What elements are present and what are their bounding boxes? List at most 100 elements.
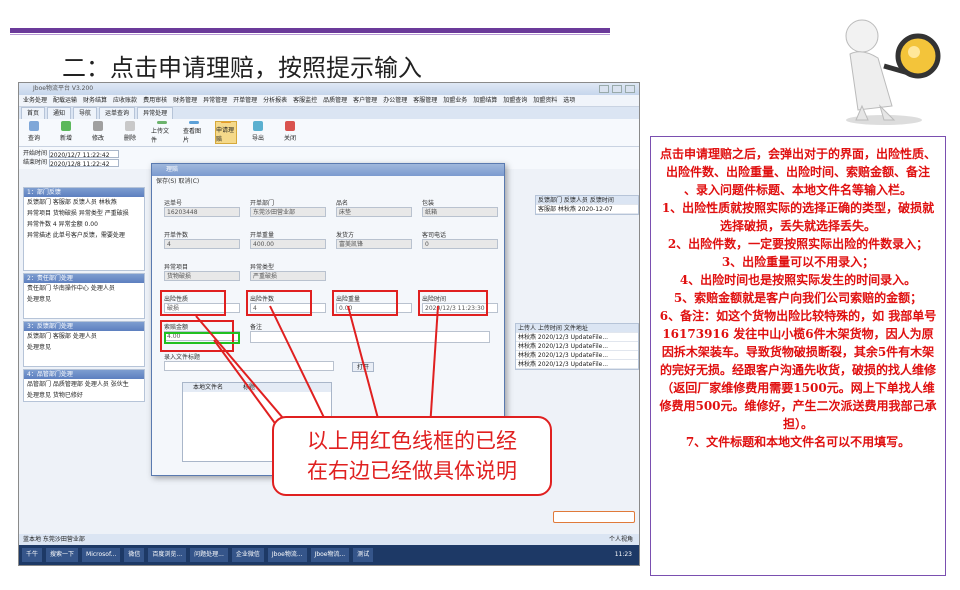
menu-item[interactable]: 客服监控 [293,95,317,106]
field-label: 开单部门 [250,200,275,207]
export-icon [253,121,263,131]
section-row: 品管部门 品质管理部 处理人员 张伙生 [27,381,129,388]
menu-item[interactable]: 加盟查询 [503,95,527,106]
dialog-actions[interactable]: 保存(S) 取消(C) [152,176,504,188]
sections-panel: 1：部门反馈 反馈部门 客服部 反馈人员 林秋燕 异常项目 货物破损 异常类型 … [19,185,149,404]
note-paragraph: 5、索赔金额就是客户向我们公司索赔的金额； [673,291,923,305]
field-value: 16203448 [164,207,240,217]
remark-field: 备注 [250,324,490,343]
tab-notice[interactable]: 通知 [47,107,72,119]
callout-line: 在右边已经做具体说明 [307,459,517,483]
taskbar-item[interactable]: 搜索一下 [46,548,79,562]
taskbar-item[interactable]: Microsof... [82,548,121,562]
package-field: 包装 纸箱 [422,200,498,217]
tab-exception[interactable]: 异常处理 [137,107,174,119]
remark-input[interactable] [250,331,490,343]
menu-item[interactable]: 办公管理 [383,95,407,106]
file-list-header: 本地文件名 标题 [183,383,331,392]
field-value: 纸箱 [422,207,498,217]
app-title: Jboe物流平台 V3.200 [33,85,94,92]
close-icon [285,121,295,131]
table-row[interactable]: 林秋燕 2020/12/3 UpdateFile... [516,360,638,369]
menu-item[interactable]: 客户管理 [353,95,377,106]
product-field: 品名 床垫 [336,200,412,217]
menu-item[interactable]: 品质管理 [323,95,347,106]
section-row: 反馈部门 客服部 处理人员 [27,333,97,340]
menu-item[interactable]: 分析报表 [263,95,287,106]
table-row[interactable]: 林秋燕 2020/12/3 UpdateFile... [516,342,638,351]
tab-waybill[interactable]: 运单查询 [99,107,136,119]
menu-item[interactable]: 加盟业务 [443,95,467,106]
menu-item[interactable]: 加盟资料 [533,95,557,106]
menu-item[interactable]: 财务结算 [83,95,107,106]
upload-button[interactable]: 上传文件 [151,121,173,144]
menu-item[interactable]: 费用审核 [143,95,167,106]
exception-type-field: 异常类型 严重破损 [250,264,326,281]
plus-icon [61,121,71,131]
clock: 11:23 [614,551,632,558]
ime-toolbar[interactable] [553,511,635,523]
menu-item[interactable]: 财务管理 [173,95,197,106]
weight-field: 开单重量 400.00 [250,232,326,249]
add-button[interactable]: 新增 [55,121,77,144]
taskbar-item[interactable]: 测试 [353,548,374,562]
search-icon [29,121,39,131]
field-label: 开单件数 [164,232,189,239]
tool-label: 删除 [123,135,136,142]
field-label: 开单重量 [250,232,275,239]
highlight-risk-pieces [246,290,312,316]
close-button[interactable]: 关闭 [279,121,301,144]
delete-button[interactable]: 删除 [119,121,141,144]
menu-item[interactable]: 开单管理 [233,95,257,106]
menu-item[interactable]: 加盟结算 [473,95,497,106]
menu-item[interactable]: 选项 [563,95,575,106]
start-time-input[interactable]: 2020/12/7 11:22:42 [48,149,119,159]
section-title: 1：部门反馈 [24,188,144,197]
field-value: 货物破损 [164,271,240,281]
taskbar-item[interactable]: 问题处理... [190,548,228,562]
section-feedback-dept: 3：反馈部门处理 反馈部门 客服部 处理人员 处理意见 [23,321,145,367]
table-row[interactable]: 林秋燕 2020/12/3 UpdateFile... [516,351,638,360]
export-button[interactable]: 导出 [247,121,269,144]
menu-item[interactable]: 业务处理 [23,95,47,106]
header-rule [10,28,610,33]
file-title-input[interactable] [164,361,334,371]
field-label: 客司电话 [422,232,447,239]
section-responsible: 2：责任部门处理 责任部门 华南操作中心 处理人员 处理意见 [23,273,145,319]
taskbar-item[interactable]: 百度浏览... [148,548,187,562]
menu-item[interactable]: 客服管理 [413,95,437,106]
taskbar-item[interactable]: 企业微信 [231,548,264,562]
apply-claim-button[interactable]: 申请理赔 [215,121,237,144]
menu-item[interactable]: 应收账款 [113,95,137,106]
taskbar-item[interactable]: Jboe物流... [310,548,350,562]
tab-home[interactable]: 首页 [21,107,46,119]
grid-header: 上传人 上传时间 文件地址 [516,324,638,333]
menu-item[interactable]: 异常管理 [203,95,227,106]
maximize-button[interactable] [612,85,622,93]
open-file-button[interactable]: 打开 [352,362,375,372]
field-value: 400.00 [250,239,326,249]
note-paragraph: 3、出险重量可以不用录入； [721,255,875,269]
tab-nav[interactable]: 导航 [73,107,98,119]
edit-button[interactable]: 修改 [87,121,109,144]
status-right: 个人视角 [608,536,633,543]
waybill-field: 运单号 16203448 [164,200,240,217]
menu-item[interactable]: 配载运输 [53,95,77,106]
table-row[interactable]: 林秋燕 2020/12/3 UpdateFile... [516,333,638,342]
start-time-label: 开始时间 [23,150,48,157]
close-window-button[interactable] [625,85,635,93]
section-quality: 4：品管部门处理 品管部门 品质管理部 处理人员 张伙生 处理意见 货物已修好 [23,369,145,402]
section-title: 2：责任部门处理 [24,274,144,283]
highlight-claim-input [164,332,240,344]
taskbar-item[interactable]: 千牛 [22,548,43,562]
minimize-button[interactable] [599,85,609,93]
note-paragraph: 6、备注：如这个货物出险比较特殊的，如 我部单号16173916 发往中山小榄6… [659,309,937,431]
table-row[interactable]: 客服部 林秋燕 2020-12-07 [536,205,638,214]
field-label: 异常项目 [164,264,189,271]
query-button[interactable]: 查询 [23,121,45,144]
taskbar-item[interactable]: 微信 [124,548,145,562]
view-image-button[interactable]: 查看图片 [183,121,205,144]
end-time-input[interactable]: 2020/12/8 11:22:42 [48,158,119,168]
taskbar-item[interactable]: Jboe物流... [267,548,307,562]
section-row: 异常项目 货物破损 异常类型 严重破损 [27,210,129,217]
